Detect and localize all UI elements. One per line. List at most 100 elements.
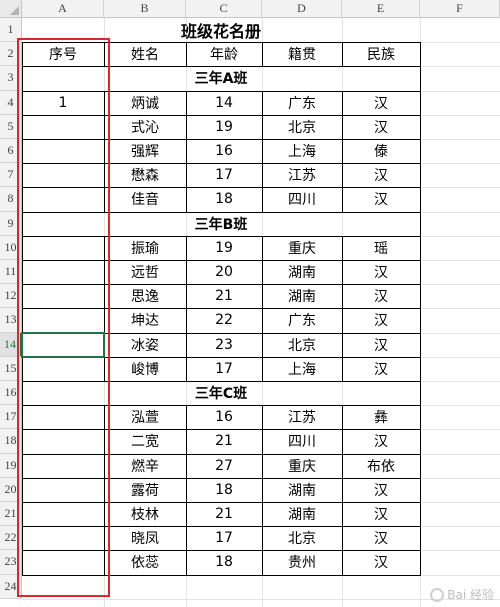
cell-origin[interactable]: 江苏 [262,405,342,429]
cell-origin[interactable]: 广东 [262,91,342,115]
watermark: Bai 经验 [430,586,494,603]
column-header-b[interactable]: B [104,0,186,18]
cell-ethnicity[interactable]: 汉 [342,502,420,526]
spreadsheet-grid[interactable]: A B C D E F 1 2 3 4 5 6 7 8 9 10 11 12 13 14 15 16 17 18 19 20 21 2… [0,0,500,607]
cell-ethnicity[interactable]: 瑶 [342,236,420,260]
cell-origin[interactable]: 湖南 [262,502,342,526]
table-border-vertical [186,90,187,213]
column-header-e[interactable]: E [342,0,420,18]
header-cell-2[interactable]: 年龄 [186,42,262,66]
cell-origin[interactable]: 北京 [262,526,342,550]
cell-ethnicity[interactable]: 汉 [342,260,420,284]
cell-name[interactable]: 峻博 [104,357,186,381]
cell-origin[interactable]: 重庆 [262,236,342,260]
table-border-vertical [342,235,343,382]
cell-origin[interactable]: 北京 [262,333,342,357]
table-border-vertical [342,405,343,576]
cell-age[interactable]: 22 [186,308,262,332]
cell-name[interactable]: 炳诚 [104,91,186,115]
cell-ethnicity[interactable]: 傣 [342,139,420,163]
cell-ethnicity[interactable]: 汉 [342,308,420,332]
cell-age[interactable]: 20 [186,260,262,284]
cell-ethnicity[interactable]: 汉 [342,429,420,453]
cell-name[interactable]: 二宽 [104,429,186,453]
column-header-a[interactable]: A [22,0,104,18]
cell-age[interactable]: 23 [186,333,262,357]
cell-name[interactable]: 泓萱 [104,405,186,429]
cell-ethnicity[interactable]: 汉 [342,187,420,211]
cell-age[interactable]: 19 [186,115,262,139]
table-border-vertical [262,405,263,576]
cell-name[interactable]: 冰姿 [104,333,186,357]
cell-name[interactable]: 露荷 [104,478,186,502]
cell-origin[interactable]: 北京 [262,115,342,139]
cell-ethnicity[interactable]: 汉 [342,163,420,187]
cell-origin[interactable]: 湖南 [262,260,342,284]
cell-origin[interactable]: 重庆 [262,454,342,478]
cell-age[interactable]: 18 [186,187,262,211]
cell-origin[interactable]: 四川 [262,187,342,211]
header-cell-3[interactable]: 籍贯 [262,42,342,66]
table-border-vertical [262,235,263,382]
cell-name[interactable]: 枝林 [104,502,186,526]
cell-origin[interactable]: 湖南 [262,478,342,502]
cell-name[interactable]: 晓凤 [104,526,186,550]
cell-origin[interactable]: 湖南 [262,284,342,308]
cell-age[interactable]: 21 [186,429,262,453]
header-cell-1[interactable]: 姓名 [104,42,186,66]
cell-name[interactable]: 依蕊 [104,550,186,574]
column-header-f[interactable]: F [420,0,500,18]
header-cell-4[interactable]: 民族 [342,42,420,66]
cell-ethnicity[interactable]: 汉 [342,284,420,308]
cell-name[interactable]: 强辉 [104,139,186,163]
cell-origin[interactable]: 四川 [262,429,342,453]
cell-age[interactable]: 14 [186,91,262,115]
cell-origin[interactable]: 贵州 [262,550,342,574]
cell-origin[interactable]: 广东 [262,308,342,332]
cell-age[interactable]: 18 [186,478,262,502]
cell-name[interactable]: 懋森 [104,163,186,187]
watermark-text: Bai 经验 [447,588,494,602]
cell-name[interactable]: 坤达 [104,308,186,332]
cell-age[interactable]: 21 [186,502,262,526]
cell-origin[interactable]: 江苏 [262,163,342,187]
cell-ethnicity[interactable]: 汉 [342,478,420,502]
table-border-vertical [420,42,421,576]
cell-origin[interactable]: 上海 [262,357,342,381]
cell-origin[interactable]: 上海 [262,139,342,163]
table-border-vertical [342,90,343,213]
table-border-vertical [262,42,263,68]
cell-ethnicity[interactable]: 汉 [342,91,420,115]
cell-age[interactable]: 19 [186,236,262,260]
table-border-vertical [342,42,343,68]
column-header-c[interactable]: C [186,0,262,18]
cell-name[interactable]: 思逸 [104,284,186,308]
cell-ethnicity[interactable]: 汉 [342,333,420,357]
cell-name[interactable]: 振瑜 [104,236,186,260]
cell-name[interactable]: 佳音 [104,187,186,211]
cell-name[interactable]: 燃辛 [104,454,186,478]
cell-age[interactable]: 18 [186,550,262,574]
cell-ethnicity[interactable]: 汉 [342,526,420,550]
cell-ethnicity[interactable]: 汉 [342,357,420,381]
cell-age[interactable]: 21 [186,284,262,308]
select-all-corner[interactable] [0,0,22,18]
watermark-logo-icon [430,587,445,602]
cell-age[interactable]: 16 [186,139,262,163]
cell-age[interactable]: 17 [186,163,262,187]
cell-ethnicity[interactable]: 彝 [342,405,420,429]
table-border-vertical [262,90,263,213]
cell-name[interactable]: 式沁 [104,115,186,139]
cell-age[interactable]: 17 [186,357,262,381]
cell-age[interactable]: 27 [186,454,262,478]
cell-ethnicity[interactable]: 汉 [342,550,420,574]
column-header-d[interactable]: D [262,0,342,18]
cell-age[interactable]: 17 [186,526,262,550]
cell-age[interactable]: 16 [186,405,262,429]
table-border-vertical [186,235,187,382]
table-border-vertical [186,42,187,68]
cell-ethnicity[interactable]: 汉 [342,115,420,139]
cell-name[interactable]: 远哲 [104,260,186,284]
cell-ethnicity[interactable]: 布依 [342,454,420,478]
gridline-horizontal [22,598,500,600]
